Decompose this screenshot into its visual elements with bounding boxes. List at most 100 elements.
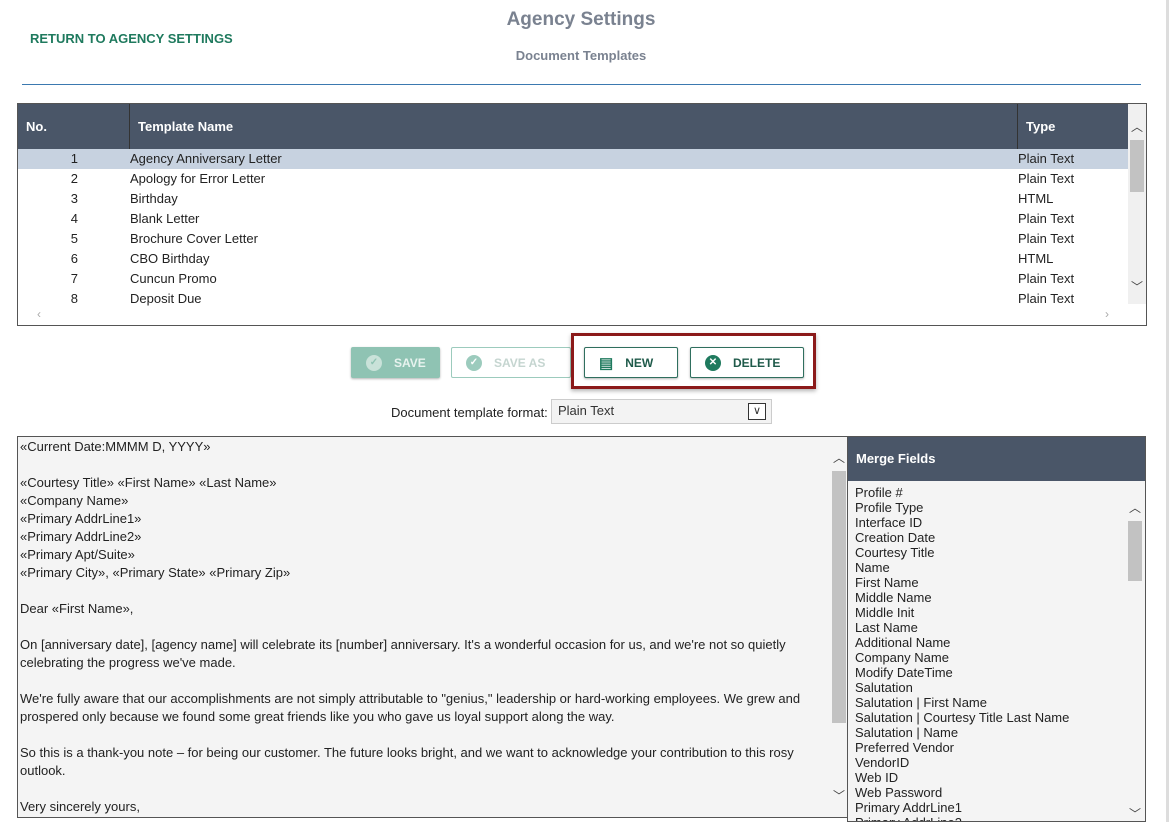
table-row[interactable]: 4 Blank Letter Plain Text xyxy=(18,209,1128,229)
page-subtitle: Document Templates xyxy=(515,48,647,63)
merge-fields-title: Merge Fields xyxy=(848,437,1145,481)
check-icon: ✓ xyxy=(466,354,482,371)
return-to-agency-settings-link[interactable]: RETURN TO AGENCY SETTINGS xyxy=(30,31,233,46)
table-row[interactable]: 2 Apology for Error Letter Plain Text xyxy=(18,169,1128,189)
scroll-down-icon[interactable]: ﹀ xyxy=(1128,278,1146,295)
save-as-label: SAVE AS xyxy=(494,355,546,370)
merge-field-item[interactable]: Web Password xyxy=(855,785,942,800)
merge-field-item[interactable]: Primary AddrLine2 xyxy=(855,815,962,821)
row-number: 7 xyxy=(70,271,78,286)
editor-line: celebrating the progress we've made. xyxy=(20,655,236,670)
merge-field-item[interactable]: Name xyxy=(855,560,890,575)
merge-field-item[interactable]: Courtesy Title xyxy=(855,545,934,560)
merge-field-item[interactable]: First Name xyxy=(855,575,919,590)
scroll-up-icon[interactable]: ︿ xyxy=(1128,118,1146,135)
check-icon: ✓ xyxy=(366,354,382,371)
scroll-thumb[interactable] xyxy=(832,471,846,723)
merge-field-item[interactable]: Creation Date xyxy=(855,530,935,545)
merge-field-item[interactable]: Profile Type xyxy=(855,500,923,515)
grid-vertical-scrollbar[interactable]: ︿ ﹀ xyxy=(1128,114,1146,304)
merge-field-item[interactable]: Interface ID xyxy=(855,515,922,530)
row-type: HTML xyxy=(1018,191,1054,206)
template-editor[interactable]: «Current Date:MMMM D, YYYY» «Courtesy Tit… xyxy=(17,436,848,818)
row-template-name: Blank Letter xyxy=(130,211,200,226)
editor-line: We're fully aware that our accomplishmen… xyxy=(20,691,801,706)
editor-line: prospered only because we found some gre… xyxy=(20,709,615,724)
grid-horizontal-scrollbar[interactable]: ‹ › xyxy=(18,305,1128,325)
merge-field-item[interactable]: Salutation | First Name xyxy=(855,695,987,710)
format-label: Document template format: xyxy=(391,405,548,420)
row-type: Plain Text xyxy=(1018,271,1075,286)
editor-line: «Company Name» xyxy=(20,493,129,508)
merge-field-item[interactable]: Company Name xyxy=(855,650,949,665)
scroll-left-icon[interactable]: ‹ xyxy=(30,307,48,321)
header-divider xyxy=(22,84,1141,85)
merge-field-item[interactable]: Salutation | Name xyxy=(855,725,958,740)
merge-fields-panel: Merge Fields Profile # Profile Type Interf… xyxy=(847,436,1146,822)
table-row[interactable]: 7 Cuncun Promo Plain Text xyxy=(18,269,1128,289)
row-type: HTML xyxy=(1018,251,1054,266)
row-number: 1 xyxy=(70,151,78,166)
editor-line: outlook. xyxy=(20,763,66,778)
scroll-right-icon[interactable]: › xyxy=(1098,307,1116,321)
row-number: 6 xyxy=(70,251,78,266)
scroll-down-icon[interactable]: ﹀ xyxy=(831,787,847,804)
editor-line: Very sincerely yours, xyxy=(20,799,140,814)
page-title: Agency Settings xyxy=(506,9,656,30)
row-template-name: CBO Birthday xyxy=(130,251,210,266)
table-row[interactable]: 6 CBO Birthday HTML xyxy=(18,249,1128,269)
format-select[interactable]: Plain Text ∨ xyxy=(551,399,772,424)
editor-scrollbar[interactable]: ︿ ﹀ xyxy=(831,447,847,805)
column-header-no[interactable]: No. xyxy=(18,104,130,149)
scroll-thumb[interactable] xyxy=(1128,521,1142,581)
merge-field-item[interactable]: Salutation | Courtesy Title Last Name xyxy=(855,710,1069,725)
row-type: Plain Text xyxy=(1018,211,1075,226)
row-template-name: Apology for Error Letter xyxy=(130,171,266,186)
templates-grid: No. Template Name Type 1 Agency Anniversa… xyxy=(17,103,1147,326)
merge-field-item[interactable]: Profile # xyxy=(855,485,903,500)
editor-line: «Primary Apt/Suite» xyxy=(20,547,135,562)
merge-field-item[interactable]: Middle Name xyxy=(855,590,932,605)
row-number: 4 xyxy=(70,211,78,226)
merge-field-item[interactable]: Web ID xyxy=(855,770,898,785)
format-value: Plain Text xyxy=(558,403,615,418)
table-row[interactable]: 5 Brochure Cover Letter Plain Text xyxy=(18,229,1128,249)
merge-scrollbar[interactable]: ︿ ﹀ xyxy=(1125,497,1145,821)
table-row[interactable]: 3 Birthday HTML xyxy=(18,189,1128,209)
column-header-template-name[interactable]: Template Name xyxy=(130,104,1018,149)
editor-line: «Primary AddrLine1» xyxy=(20,511,142,526)
chevron-down-icon[interactable]: ∨ xyxy=(748,403,766,420)
row-type: Plain Text xyxy=(1018,231,1075,246)
row-template-name: Brochure Cover Letter xyxy=(130,231,258,246)
merge-field-item[interactable]: Modify DateTime xyxy=(855,665,953,680)
editor-line: «Courtesy Title» «First Name» «Last Name… xyxy=(20,475,277,490)
merge-field-item[interactable]: Last Name xyxy=(855,620,918,635)
merge-field-item[interactable]: Preferred Vendor xyxy=(855,740,954,755)
editor-line: On [anniversary date], [agency name] wil… xyxy=(20,637,786,652)
editor-line: «Current Date:MMMM D, YYYY» xyxy=(20,439,211,454)
row-template-name: Agency Anniversary Letter xyxy=(130,151,282,166)
editor-line: «Primary City», «Primary State» «Primary… xyxy=(20,565,291,580)
row-template-name: Cuncun Promo xyxy=(130,271,217,286)
scroll-thumb[interactable] xyxy=(1130,140,1144,192)
column-header-type[interactable]: Type xyxy=(1018,104,1128,149)
merge-field-item[interactable]: Additional Name xyxy=(855,635,950,650)
save-button[interactable]: ✓ SAVE xyxy=(351,347,440,378)
merge-field-item[interactable]: Primary AddrLine1 xyxy=(855,800,962,815)
row-template-name: Birthday xyxy=(130,191,178,206)
merge-field-item[interactable]: Salutation xyxy=(855,680,913,695)
row-type: Plain Text xyxy=(1018,151,1075,166)
scroll-down-icon[interactable]: ﹀ xyxy=(1125,805,1145,821)
merge-field-item[interactable]: Middle Init xyxy=(855,605,914,620)
row-number: 3 xyxy=(70,191,78,206)
save-as-button[interactable]: ✓ SAVE AS xyxy=(451,347,571,378)
editor-line: Dear «First Name», xyxy=(20,601,134,616)
save-label: SAVE xyxy=(394,355,426,370)
table-row[interactable]: 1 Agency Anniversary Letter Plain Text xyxy=(18,149,1128,169)
merge-field-item[interactable]: VendorID xyxy=(855,755,909,770)
row-type: Plain Text xyxy=(1018,171,1075,186)
row-number: 2 xyxy=(70,171,78,186)
scroll-up-icon[interactable]: ︿ xyxy=(1125,499,1145,516)
scroll-up-icon[interactable]: ︿ xyxy=(831,449,847,466)
highlight-box xyxy=(571,333,816,389)
